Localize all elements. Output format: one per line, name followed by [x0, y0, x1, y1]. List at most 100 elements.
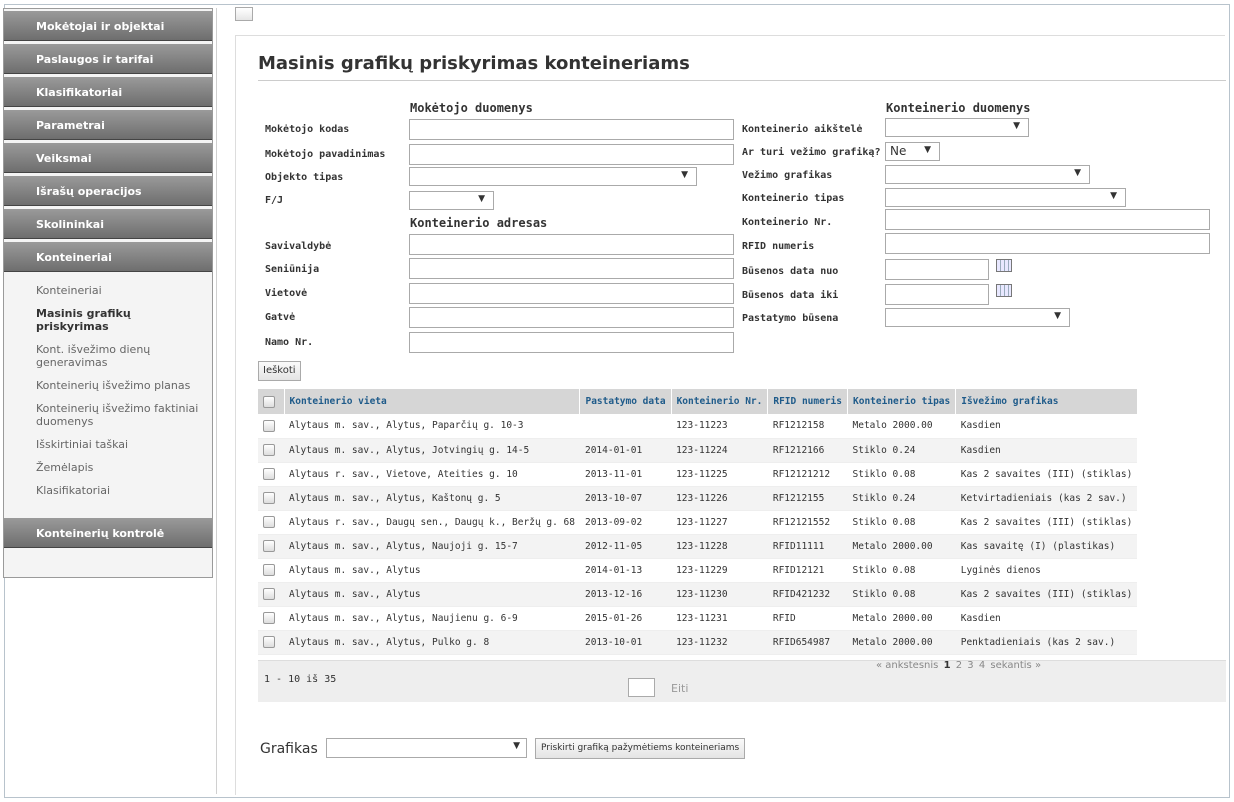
col-container-no[interactable]: Konteinerio Nr.: [671, 389, 769, 414]
col-location[interactable]: Konteinerio vieta: [284, 389, 581, 414]
col-placement-date[interactable]: Pastatymo data: [579, 389, 672, 414]
row-checkbox[interactable]: [263, 540, 275, 552]
cell-container-no: 123-11232: [671, 630, 768, 655]
pagination: « ankstesnis 1 2 3 4 sekantis »: [876, 660, 1043, 671]
site-select[interactable]: ▼: [885, 118, 1029, 137]
cell-rfid: RF1212158: [767, 414, 848, 439]
nav-classifiers[interactable]: Klasifikatoriai: [4, 77, 212, 107]
row-checkbox[interactable]: [263, 564, 275, 576]
submenu-map[interactable]: Žemėlapis: [36, 461, 206, 474]
goto-page-button[interactable]: Eiti: [671, 682, 688, 695]
table-row[interactable]: Alytaus m. sav., Alytus, Naujienu g. 6-9…: [258, 606, 1138, 631]
row-checkbox[interactable]: [263, 444, 275, 456]
payer-name-input[interactable]: [409, 144, 734, 165]
object-type-select[interactable]: ▼: [409, 167, 697, 186]
cell-pickup-schedule: Kas 2 savaites (III) (stiklas): [955, 510, 1138, 535]
cell-container-no: 123-11227: [671, 510, 768, 535]
select-all-cell: [258, 389, 285, 414]
locality-input[interactable]: [409, 283, 734, 304]
cell-location: Alytaus m. sav., Alytus, Jotvingių g. 14…: [284, 438, 580, 463]
submenu-pickup-days-generation[interactable]: Kont. išvežimo dienų generavimas: [36, 343, 206, 369]
table-row[interactable]: Alytaus r. sav., Daugų sen., Daugų k., B…: [258, 510, 1138, 535]
placement-status-select[interactable]: ▼: [885, 308, 1070, 327]
table-row[interactable]: Alytaus m. sav., Alytus 2013-12-16 123-112…: [258, 582, 1138, 607]
cell-location: Alytaus m. sav., Alytus, Pulko g. 8: [284, 630, 580, 655]
payer-code-label: Mokėtojo kodas: [265, 124, 350, 135]
eldership-input[interactable]: [409, 258, 734, 279]
row-checkbox[interactable]: [263, 612, 275, 624]
container-type-select[interactable]: ▼: [885, 188, 1126, 207]
table-row[interactable]: Alytaus m. sav., Alytus, Kaštonų g. 5 201…: [258, 486, 1138, 511]
row-checkbox[interactable]: [263, 468, 275, 480]
assign-schedule-button[interactable]: Priskirti grafiką pažymėtiems konteineri…: [535, 738, 746, 759]
pager-page-4[interactable]: 4: [979, 660, 985, 671]
submenu-pickup-actual-data[interactable]: Konteinerių išvežimo faktiniai duomenys: [36, 402, 206, 428]
house-no-input[interactable]: [409, 332, 734, 353]
status-to-input[interactable]: [885, 284, 989, 305]
cell-container-type: Stiklo 0.08: [847, 582, 956, 607]
submenu-pickup-plan[interactable]: Konteinerių išvežimo planas: [36, 379, 206, 392]
nav-debtors[interactable]: Skolininkai: [4, 209, 212, 239]
street-input[interactable]: [409, 307, 734, 328]
nav-statement-operations[interactable]: Išrašų operacijos: [4, 176, 212, 206]
row-checkbox[interactable]: [263, 492, 275, 504]
nav-containers[interactable]: Konteineriai: [4, 242, 212, 272]
cell-container-no: 123-11231: [671, 606, 768, 631]
col-rfid[interactable]: RFID numeris: [767, 389, 848, 414]
table-row[interactable]: Alytaus m. sav., Alytus, Jotvingių g. 14…: [258, 438, 1138, 463]
container-no-input[interactable]: [885, 209, 1210, 230]
nav-services-tariffs[interactable]: Paslaugos ir tarifai: [4, 44, 212, 74]
has-schedule-label: Ar turi vežimo grafiką?: [742, 147, 881, 158]
cell-location: Alytaus m. sav., Alytus, Naujienu g. 6-9: [284, 606, 580, 631]
schedule-assign-select[interactable]: ▼: [326, 738, 527, 758]
collapse-sidebar-button[interactable]: [235, 7, 253, 21]
cell-container-type: Stiklo 0.24: [847, 438, 956, 463]
col-pickup-schedule[interactable]: Išvežimo grafikas: [955, 389, 1138, 414]
row-checkbox[interactable]: [263, 419, 275, 432]
schedule-label: Vežimo grafikas: [742, 170, 833, 181]
pager-prev[interactable]: « ankstesnis: [876, 660, 938, 671]
row-checkbox[interactable]: [263, 588, 275, 600]
page-title: Masinis grafikų priskyrimas konteineriam…: [258, 53, 690, 74]
municipality-label: Savivaldybė: [265, 241, 332, 252]
select-all-checkbox[interactable]: [263, 395, 275, 408]
cell-container-type: Stiklo 0.08: [847, 462, 956, 487]
cell-pickup-schedule: Penktadieniais (kas 2 sav.): [955, 630, 1138, 655]
table-row[interactable]: Alytaus m. sav., Alytus, Paparčių g. 10-…: [258, 414, 1138, 439]
row-select-cell: [258, 606, 284, 631]
row-select-cell: [258, 582, 284, 607]
search-button[interactable]: Ieškoti: [258, 361, 301, 381]
schedule-select[interactable]: ▼: [885, 165, 1090, 184]
col-container-type[interactable]: Konteinerio tipas: [847, 389, 957, 414]
table-row[interactable]: Alytaus m. sav., Alytus, Naujoji g. 15-7…: [258, 534, 1138, 559]
pager-next[interactable]: sekantis »: [990, 660, 1041, 671]
municipality-input[interactable]: [409, 234, 734, 255]
pager-page-3[interactable]: 3: [967, 660, 973, 671]
calendar-icon[interactable]: [996, 259, 1012, 272]
table-row[interactable]: Alytaus r. sav., Vietove, Ateities g. 10…: [258, 462, 1138, 487]
pager-page-2[interactable]: 2: [956, 660, 962, 671]
row-select-cell: [258, 558, 284, 583]
status-from-input[interactable]: [885, 259, 989, 280]
payer-code-input[interactable]: [409, 119, 734, 140]
cell-container-type: Stiklo 0.08: [847, 558, 956, 583]
nav-actions[interactable]: Veiksmai: [4, 143, 212, 173]
nav-container-control[interactable]: Konteinerių kontrolė: [4, 518, 212, 548]
goto-page-input[interactable]: [628, 678, 655, 697]
nav-payers-objects[interactable]: Mokėtojai ir objektai: [4, 11, 212, 41]
nav-parameters[interactable]: Parametrai: [4, 110, 212, 140]
eldership-label: Seniūnija: [265, 264, 320, 275]
submenu-containers[interactable]: Konteineriai: [36, 284, 206, 297]
submenu-mass-schedule-assignment[interactable]: Masinis grafikų priskyrimas: [36, 307, 206, 333]
table-row[interactable]: Alytaus m. sav., Alytus, Pulko g. 8 2013-…: [258, 630, 1138, 655]
submenu-special-points[interactable]: Išskirtiniai taškai: [36, 438, 206, 451]
rfid-input[interactable]: [885, 233, 1210, 254]
has-schedule-select[interactable]: Ne ▼: [885, 142, 940, 161]
row-checkbox[interactable]: [263, 636, 275, 648]
row-checkbox[interactable]: [263, 516, 275, 528]
calendar-icon[interactable]: [996, 284, 1012, 297]
cell-rfid: RF12121212: [767, 462, 848, 487]
fj-select[interactable]: ▼: [409, 191, 494, 210]
submenu-classifiers[interactable]: Klasifikatoriai: [36, 484, 206, 497]
table-row[interactable]: Alytaus m. sav., Alytus 2014-01-13 123-112…: [258, 558, 1138, 583]
